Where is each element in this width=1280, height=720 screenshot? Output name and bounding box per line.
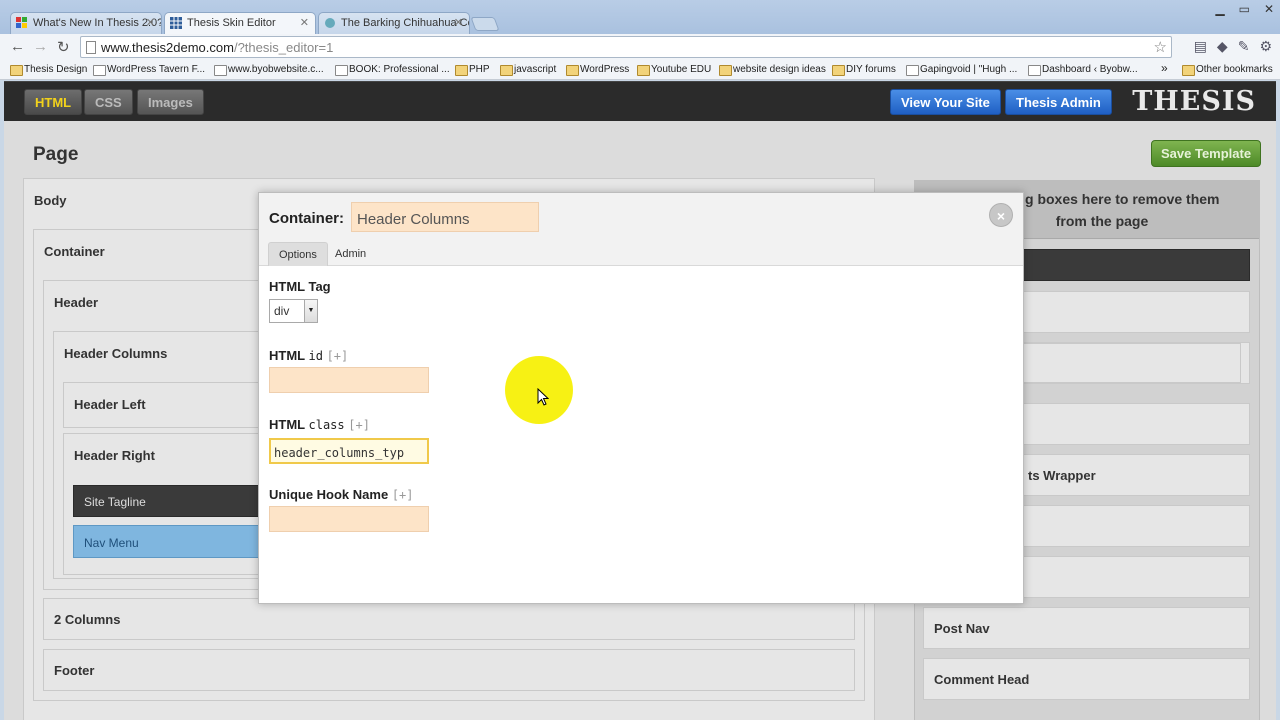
bookmark-item[interactable]: WordPress Tavern F... bbox=[93, 64, 205, 76]
close-tab-icon[interactable]: ✕ bbox=[146, 16, 155, 29]
box-label: Header Columns bbox=[64, 346, 168, 361]
box-label: Footer bbox=[54, 663, 95, 678]
expand-help-link[interactable]: [+] bbox=[392, 488, 414, 502]
bookmark-item[interactable]: Dashboard ‹ Byobw... bbox=[1028, 64, 1138, 76]
html-tag-label: HTML Tag bbox=[269, 279, 331, 294]
hook-name-input[interactable] bbox=[269, 506, 429, 532]
star-favicon-icon bbox=[325, 18, 335, 28]
label-text: Unique Hook Name bbox=[269, 487, 389, 502]
box-label: ts Wrapper bbox=[1028, 468, 1096, 483]
close-tab-icon[interactable]: ✕ bbox=[300, 16, 309, 29]
box-label: Container bbox=[44, 244, 105, 259]
html-tag-value: div bbox=[274, 304, 290, 318]
tab-title: What's New In Thesis 2.0? bbox=[33, 17, 162, 29]
box-label: Header Right bbox=[74, 448, 155, 463]
url-host: www.thesis2demo.com bbox=[101, 40, 234, 55]
forward-arrow-icon[interactable]: → bbox=[33, 38, 48, 55]
bookmarks-overflow-icon[interactable]: » bbox=[1161, 61, 1168, 75]
save-template-button[interactable]: Save Template bbox=[1151, 140, 1262, 167]
browser-tab-skin-editor[interactable]: Thesis Skin Editor ✕ bbox=[164, 12, 316, 35]
url-path: /?thesis_editor=1 bbox=[233, 40, 334, 55]
thesis-toolbar: HTML CSS Images View Your Site Thesis Ad… bbox=[4, 81, 1276, 121]
queue-box-post-nav[interactable]: Post Nav bbox=[923, 607, 1250, 649]
wordpress-favicon-icon bbox=[16, 17, 27, 28]
hook-name-label: Unique Hook Name [+] bbox=[269, 487, 414, 502]
bookmark-item[interactable]: PHP bbox=[455, 64, 490, 76]
html-id-label: HTML id [+] bbox=[269, 348, 348, 363]
browser-toolbar: ← → ↻ www.thesis2demo.com/?thesis_editor… bbox=[0, 34, 1280, 60]
extension-pen-icon[interactable]: ✎ bbox=[1238, 38, 1250, 55]
tab-title: The Barking Chihuahua Co bbox=[341, 17, 470, 29]
html-class-label: HTML class [+] bbox=[269, 417, 370, 432]
back-arrow-icon[interactable]: ← bbox=[10, 38, 25, 55]
view-site-button[interactable]: View Your Site bbox=[890, 89, 1001, 115]
bookmark-item[interactable]: Thesis Design bbox=[10, 64, 87, 76]
address-bar[interactable]: www.thesis2demo.com/?thesis_editor=1 ☆ bbox=[80, 36, 1172, 58]
box-label: Comment Head bbox=[934, 672, 1030, 687]
html-tab-button[interactable]: HTML bbox=[24, 89, 83, 115]
box-label: Nav Menu bbox=[84, 536, 139, 550]
box-two-columns[interactable]: 2 Columns bbox=[43, 598, 855, 640]
close-window-icon[interactable]: ✕ bbox=[1264, 2, 1274, 16]
box-label: Post Nav bbox=[934, 621, 990, 636]
modal-title: Container: bbox=[269, 210, 344, 227]
modal-header: Container: × Options Admin bbox=[259, 193, 1023, 266]
chevron-down-icon: ▼ bbox=[304, 300, 317, 322]
browser-tab-whats-new[interactable]: What's New In Thesis 2.0? ✕ bbox=[10, 12, 162, 34]
label-text: HTML bbox=[269, 417, 305, 432]
box-label: Header Left bbox=[74, 397, 146, 412]
thesis-admin-button[interactable]: Thesis Admin bbox=[1005, 89, 1112, 115]
page-icon bbox=[86, 41, 96, 54]
queue-box-comment-head[interactable]: Comment Head bbox=[923, 658, 1250, 700]
bookmark-item[interactable]: Youtube EDU bbox=[637, 64, 711, 76]
label-code: class bbox=[308, 418, 345, 432]
page-title: Page bbox=[33, 144, 79, 165]
browser-tab-strip: What's New In Thesis 2.0? ✕ Thesis Skin … bbox=[0, 0, 1280, 35]
bookmark-item[interactable]: website design ideas bbox=[719, 64, 826, 76]
maximize-icon[interactable]: ▭ bbox=[1239, 2, 1250, 16]
box-options-modal: Container: × Options Admin HTML Tag div … bbox=[258, 192, 1024, 604]
expand-help-link[interactable]: [+] bbox=[348, 418, 370, 432]
html-class-input[interactable] bbox=[269, 438, 429, 464]
bookmarks-bar: Thesis Design WordPress Tavern F... www.… bbox=[0, 60, 1280, 80]
grid-favicon-icon bbox=[170, 17, 182, 29]
other-bookmarks[interactable]: Other bookmarks bbox=[1182, 64, 1273, 76]
html-tag-select[interactable]: div ▼ bbox=[269, 299, 318, 323]
new-tab-button[interactable] bbox=[470, 17, 500, 31]
html-id-input[interactable] bbox=[269, 367, 429, 393]
wrench-icon[interactable]: ⚙ bbox=[1259, 38, 1272, 55]
close-icon[interactable]: × bbox=[989, 203, 1013, 227]
minimize-icon[interactable]: ▁ bbox=[1215, 2, 1224, 16]
close-tab-icon[interactable]: ✕ bbox=[454, 16, 463, 29]
box-footer[interactable]: Footer bbox=[43, 649, 855, 691]
mouse-pointer-icon bbox=[537, 388, 549, 406]
box-label: Body bbox=[34, 193, 67, 208]
reload-icon[interactable]: ↻ bbox=[57, 38, 70, 56]
tab-options[interactable]: Options bbox=[268, 242, 328, 266]
images-tab-button[interactable]: Images bbox=[137, 89, 204, 115]
css-tab-button[interactable]: CSS bbox=[84, 89, 133, 115]
browser-tab-barking-chihuahua[interactable]: The Barking Chihuahua Co ✕ bbox=[318, 12, 470, 34]
bookmark-item[interactable]: Gapingvoid | "Hugh ... bbox=[906, 64, 1017, 76]
bookmark-item[interactable]: www.byobwebsite.c... bbox=[214, 64, 324, 76]
expand-help-link[interactable]: [+] bbox=[327, 349, 349, 363]
box-label: Header bbox=[54, 295, 99, 310]
bookmark-item[interactable]: javascript bbox=[500, 64, 556, 76]
tab-title: Thesis Skin Editor bbox=[187, 17, 276, 29]
label-text: HTML bbox=[269, 348, 305, 363]
box-name-input[interactable] bbox=[351, 202, 539, 232]
tab-admin[interactable]: Admin bbox=[325, 242, 376, 266]
bookmark-item[interactable]: WordPress bbox=[566, 64, 629, 76]
box-label: 2 Columns bbox=[54, 612, 121, 627]
label-code: id bbox=[308, 349, 323, 363]
bookmark-item[interactable]: BOOK: Professional ... bbox=[335, 64, 450, 76]
bookmark-star-icon[interactable]: ☆ bbox=[1154, 38, 1167, 56]
thesis-logo: THESIS bbox=[1132, 86, 1256, 117]
extension-cube-icon[interactable]: ◆ bbox=[1217, 38, 1228, 55]
extension-icon[interactable]: ▤ bbox=[1194, 38, 1207, 55]
box-label: Site Tagline bbox=[84, 495, 146, 509]
bookmark-item[interactable]: DIY forums bbox=[832, 64, 896, 76]
